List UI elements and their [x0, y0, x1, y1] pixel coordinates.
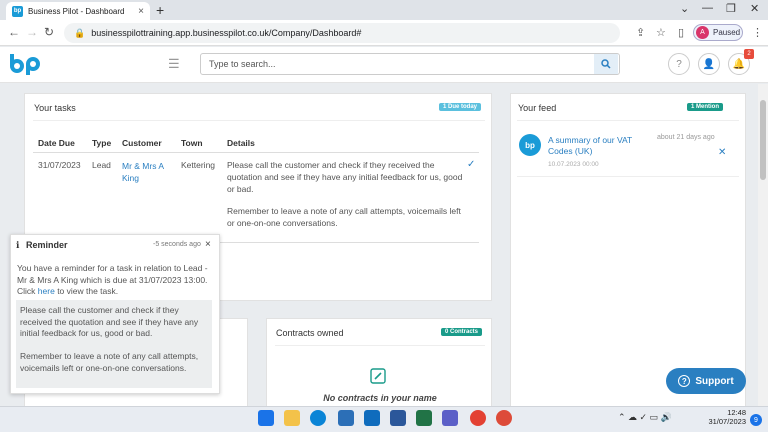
task-details-2: Remember to leave a note of any call att…: [227, 206, 461, 228]
feed-item-link[interactable]: A summary of our VAT Codes (UK): [548, 135, 648, 157]
maximize-button[interactable]: ❐: [726, 2, 736, 15]
menu-icon[interactable]: ☰: [168, 56, 180, 72]
contracts-card: Contracts owned 0 Contracts No contracts…: [266, 318, 492, 410]
teams-icon[interactable]: [442, 410, 458, 426]
task-customer-link[interactable]: Mr & Mrs A King: [122, 160, 177, 184]
back-icon[interactable]: ←: [8, 25, 20, 39]
favicon-icon: bp: [12, 5, 23, 17]
tasks-title: Your tasks: [34, 103, 76, 113]
bp-logo[interactable]: [8, 52, 42, 76]
reminder-title: Reminder: [26, 240, 68, 250]
reminder-body: You have a reminder for a task in relati…: [17, 263, 208, 296]
url-field[interactable]: 🔒 businesspilottraining.app.businesspilo…: [64, 23, 620, 43]
tab-search-icon[interactable]: ⌄: [680, 2, 689, 15]
col-date-due: Date Due: [38, 138, 75, 148]
close-reminder-icon[interactable]: ×: [205, 239, 211, 250]
reminder-details: Please call the customer and check if th…: [16, 300, 212, 388]
notification-center-badge[interactable]: 9: [750, 414, 762, 426]
store-icon[interactable]: [338, 410, 354, 426]
feed-bp-icon: bp: [519, 134, 541, 156]
clock[interactable]: 12:48 31/07/2023: [702, 408, 746, 426]
avatar: A: [696, 26, 709, 39]
complete-check-icon[interactable]: ✓: [467, 159, 475, 170]
contracts-badge: 0 Contracts: [441, 328, 483, 336]
task-details-1: Please call the customer and check if th…: [227, 160, 463, 194]
file-explorer-icon[interactable]: [284, 410, 300, 426]
bookmark-star-icon[interactable]: ☆: [656, 26, 666, 39]
info-icon: ℹ: [16, 240, 20, 250]
user-icon[interactable]: 👤: [698, 53, 720, 75]
col-type: Type: [92, 138, 112, 148]
search-input[interactable]: Type to search...: [200, 53, 620, 75]
dismiss-feed-icon[interactable]: ✕: [718, 147, 726, 158]
tab-title: Business Pilot - Dashboard: [28, 6, 125, 16]
col-details: Details: [227, 138, 255, 148]
browser-menu-icon[interactable]: ⋮: [752, 26, 763, 39]
reminder-time: -5 seconds ago: [153, 241, 201, 248]
task-date: 31/07/2023: [38, 160, 81, 170]
feed-title: Your feed: [518, 103, 557, 113]
contracts-title: Contracts owned: [276, 328, 344, 338]
scrollbar-thumb[interactable]: [760, 100, 766, 180]
minimize-button[interactable]: —: [702, 2, 713, 14]
forward-icon[interactable]: →: [26, 25, 38, 39]
help-icon[interactable]: ?: [668, 53, 690, 75]
reload-icon[interactable]: ↻: [44, 25, 54, 39]
outlook-icon[interactable]: [364, 410, 380, 426]
task-type: Lead: [92, 160, 111, 170]
reminder-here-link[interactable]: here: [38, 286, 55, 296]
chrome-profile-icon[interactable]: [496, 410, 512, 426]
mention-badge: 1 Mention: [687, 103, 723, 111]
close-tab-icon[interactable]: ×: [138, 6, 144, 17]
chrome-icon[interactable]: [470, 410, 486, 426]
support-button[interactable]: ? Support: [666, 368, 746, 394]
task-town: Kettering: [181, 160, 216, 170]
col-customer: Customer: [122, 138, 162, 148]
edge-icon[interactable]: [310, 410, 326, 426]
close-window-button[interactable]: ✕: [750, 2, 759, 15]
notification-count: 2: [744, 49, 754, 59]
profile-status: Paused: [713, 28, 741, 37]
start-icon[interactable]: [258, 410, 274, 426]
search-placeholder: Type to search...: [209, 59, 276, 69]
help-circle-icon: ?: [678, 375, 691, 387]
support-label: Support: [695, 375, 734, 387]
col-town: Town: [181, 138, 203, 148]
share-icon[interactable]: ⇪: [636, 26, 645, 39]
feed-item-age: about 21 days ago: [657, 134, 715, 141]
new-tab-button[interactable]: +: [156, 2, 164, 18]
browser-tab[interactable]: bp Business Pilot - Dashboard ×: [6, 2, 150, 20]
feed-card: Your feed 1 Mention bp A summary of our …: [510, 93, 746, 407]
edit-icon: [370, 368, 386, 384]
no-contracts-text: No contracts in your name: [323, 393, 437, 403]
system-tray-icons[interactable]: ⌃ ☁ ✓ ▭ 🔊: [618, 412, 672, 423]
profile-button[interactable]: A Paused: [693, 24, 743, 41]
excel-icon[interactable]: [416, 410, 432, 426]
search-button[interactable]: [594, 54, 618, 74]
search-icon: [601, 59, 611, 69]
feed-item-date: 10.07.2023 00:00: [548, 161, 599, 168]
svg-text:bp: bp: [525, 141, 535, 150]
sidepanel-icon[interactable]: ▯: [678, 26, 684, 39]
due-today-badge: 1 Due today: [439, 103, 482, 111]
reminder-detail-1: Please call the customer and check if th…: [20, 305, 199, 338]
lock-icon: 🔒: [74, 27, 86, 38]
reminder-detail-2: Remember to leave a note of any call att…: [20, 351, 199, 373]
url-text: businesspilottraining.app.businesspilot.…: [91, 28, 362, 38]
word-icon[interactable]: [390, 410, 406, 426]
